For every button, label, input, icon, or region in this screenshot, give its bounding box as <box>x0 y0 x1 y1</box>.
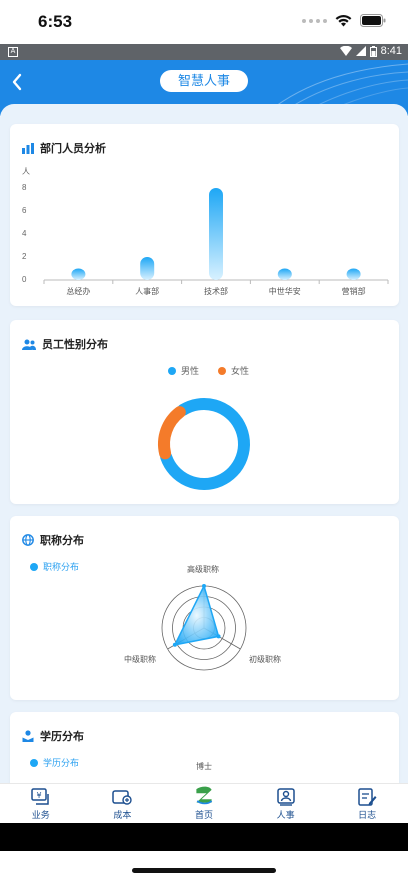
android-battery-icon <box>369 45 377 57</box>
edu-card: 学历分布 学历分布 博士 <box>10 712 399 783</box>
dept-bar[interactable] <box>71 268 86 281</box>
title-dist-card: 职称分布 职称分布 高级职称 初级职称 中级职称 <box>10 516 399 700</box>
log-icon <box>358 788 377 806</box>
radar-label-middle: 中级职称 <box>124 655 156 664</box>
gender-slice[interactable] <box>158 406 186 460</box>
status-time: 6:53 <box>38 12 73 31</box>
ios-status-bar: 6:53 <box>0 0 408 44</box>
nav-item-log[interactable]: 日志 <box>331 784 403 824</box>
personnel-icon <box>276 788 295 806</box>
back-button[interactable] <box>8 70 28 94</box>
edu-legend-label: 学历分布 <box>43 758 80 768</box>
dept-x-tick: 技术部 <box>204 287 228 296</box>
chevron-left-icon <box>12 73 22 91</box>
dept-bar[interactable] <box>277 268 292 281</box>
content-area: 部门人员分析 人 0 2 4 6 8 总经办 人事部 技术部 中世华安 营销部 员工性别分布 男性… <box>0 104 408 783</box>
dept-y-tick: 4 <box>22 229 27 238</box>
nav-label-home: 首页 <box>194 810 213 820</box>
dept-staff-card: 部门人员分析 人 0 2 4 6 8 总经办 人事部 技术部 中世华安 营销部 <box>10 124 399 306</box>
nav-label-personnel: 人事 <box>276 810 295 820</box>
radar-label-junior: 初级职称 <box>249 655 281 664</box>
dept-bar[interactable] <box>209 188 223 280</box>
edu-card-header: 学历分布 <box>22 728 84 744</box>
edu-card-title: 学历分布 <box>40 731 84 743</box>
android-signal-icon <box>355 46 366 56</box>
nav-item-home[interactable]: 首页 <box>168 784 240 824</box>
dept-y-tick: 0 <box>22 275 27 284</box>
dept-bar[interactable] <box>346 268 361 281</box>
dept-x-tick: 总经办 <box>66 287 91 296</box>
nav-item-personnel[interactable]: 人事 <box>250 784 322 824</box>
dept-x-tick: 人事部 <box>135 287 160 296</box>
dept-y-tick: 8 <box>22 183 27 192</box>
android-time: 8:41 <box>380 45 402 57</box>
android-wifi-icon <box>339 46 352 56</box>
page-title: 智慧人事 <box>160 70 248 92</box>
nav-item-cost[interactable]: 成本 <box>86 784 158 824</box>
radar-point[interactable] <box>202 584 206 588</box>
radar-label-senior: 高级职称 <box>187 565 219 574</box>
dept-y-tick: 6 <box>22 206 27 215</box>
system-nav-strip <box>0 823 408 851</box>
gender-card: 员工性别分布 男性 女性 <box>10 320 399 504</box>
radar-series-area[interactable] <box>173 583 220 646</box>
android-notification-icon: A <box>8 47 18 57</box>
wifi-icon <box>335 14 352 27</box>
title-radar-chart <box>161 583 247 671</box>
svg-text:¥: ¥ <box>36 791 41 800</box>
business-icon: ¥ <box>31 788 49 805</box>
nav-label-cost: 成本 <box>113 810 132 820</box>
signal-dots-icon <box>302 18 327 23</box>
nav-label-business: 业务 <box>31 810 50 820</box>
dept-bar[interactable] <box>140 257 155 280</box>
android-status-bar: A 8:41 <box>0 44 408 60</box>
nav-item-business[interactable]: ¥ 业务 <box>5 784 77 824</box>
radar-point[interactable] <box>216 634 221 639</box>
dept-bar-chart <box>43 188 389 284</box>
dept-x-tick: 营销部 <box>341 287 366 296</box>
nav-label-log: 日志 <box>358 810 377 820</box>
dept-y-tick: 2 <box>22 252 27 261</box>
edu-radar-legend: 学历分布 <box>30 756 79 769</box>
radar-point[interactable] <box>172 642 177 647</box>
edu-legend-swatch <box>30 758 38 767</box>
home-logo-icon <box>196 786 213 805</box>
bottom-nav: ¥ 业务 成本 首页 人事 日志 <box>0 783 408 823</box>
gender-donut-chart <box>158 398 250 490</box>
graduate-icon <box>22 730 34 742</box>
home-indicator[interactable] <box>132 868 276 873</box>
battery-icon <box>360 14 386 27</box>
cost-icon <box>112 790 133 805</box>
dept-x-tick: 中世华安 <box>268 287 301 296</box>
radar-label-phd: 博士 <box>196 762 212 771</box>
